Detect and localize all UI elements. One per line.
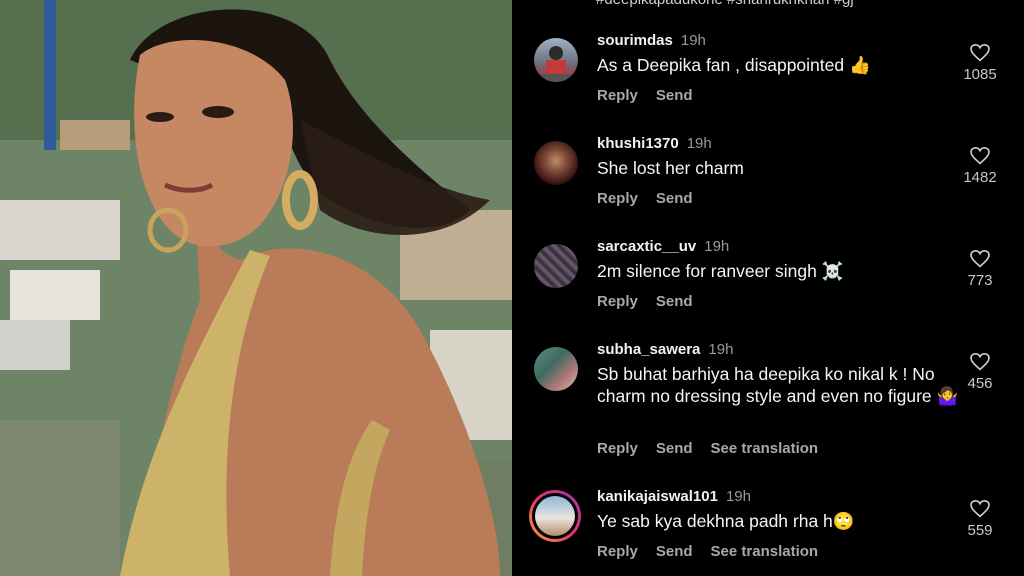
like-count: 1482: [963, 169, 997, 186]
send-button[interactable]: Send: [656, 543, 693, 560]
heart-icon[interactable]: [970, 500, 990, 518]
like-group: 559: [962, 500, 998, 539]
comment-actions: Reply Send: [597, 293, 711, 310]
comment-meta: kanikajaiswal101 19h: [597, 488, 751, 505]
reply-button[interactable]: Reply: [597, 440, 638, 457]
like-count: 1085: [963, 66, 997, 83]
avatar: [535, 496, 575, 536]
reply-button[interactable]: Reply: [597, 87, 638, 104]
see-translation-button[interactable]: See translation: [711, 440, 819, 457]
like-group: 1085: [962, 44, 998, 83]
like-count: 559: [967, 522, 993, 539]
timestamp: 19h: [704, 238, 730, 255]
see-translation-button[interactable]: See translation: [711, 543, 819, 560]
comment-meta: sourimdas 19h: [597, 32, 706, 49]
portrait-illustration: [0, 0, 512, 576]
heart-icon[interactable]: [970, 250, 990, 268]
comment-text: Ye sab kya dekhna padh rha h🙄: [597, 511, 855, 531]
like-group: 456: [962, 353, 998, 392]
username[interactable]: sarcaxtic__uv: [597, 238, 696, 255]
send-button[interactable]: Send: [656, 440, 693, 457]
timestamp: 19h: [680, 32, 706, 49]
like-group: 773: [962, 250, 998, 289]
comment-actions: Reply Send See translation: [597, 440, 836, 457]
send-button[interactable]: Send: [656, 190, 693, 207]
like-count: 456: [967, 375, 993, 392]
timestamp: 19h: [725, 488, 751, 505]
username[interactable]: subha_sawera: [597, 341, 700, 358]
username[interactable]: khushi1370: [597, 135, 679, 152]
send-button[interactable]: Send: [656, 87, 693, 104]
avatar[interactable]: [534, 141, 578, 185]
comment-text: 2m silence for ranveer singh ☠️: [597, 261, 844, 281]
reply-button[interactable]: Reply: [597, 543, 638, 560]
avatar[interactable]: [534, 347, 578, 391]
avatar[interactable]: [534, 38, 578, 82]
comment-actions: Reply Send See translation: [597, 543, 836, 560]
reply-button[interactable]: Reply: [597, 190, 638, 207]
username[interactable]: sourimdas: [597, 32, 673, 49]
heart-icon[interactable]: [970, 147, 990, 165]
caption-partial: #deepikapadukone #shahrukhkhan #gj: [596, 0, 854, 8]
reply-button[interactable]: Reply: [597, 293, 638, 310]
like-group: 1482: [962, 147, 998, 186]
comment-actions: Reply Send: [597, 190, 711, 207]
comment-text: Sb buhat barhiya ha deepika ko nikal k !…: [597, 364, 959, 406]
avatar[interactable]: [534, 244, 578, 288]
avatar-image: [538, 46, 574, 82]
heart-icon[interactable]: [970, 353, 990, 371]
avatar-story-ring[interactable]: [529, 490, 581, 542]
comment-meta: sarcaxtic__uv 19h: [597, 238, 729, 255]
heart-icon[interactable]: [970, 44, 990, 62]
comment-text: She lost her charm: [597, 158, 744, 178]
comment-actions: Reply Send: [597, 87, 711, 104]
like-count: 773: [967, 272, 993, 289]
comment-meta: khushi1370 19h: [597, 135, 712, 152]
username[interactable]: kanikajaiswal101: [597, 488, 718, 505]
post-photo: [0, 0, 512, 576]
send-button[interactable]: Send: [656, 293, 693, 310]
timestamp: 19h: [708, 341, 734, 358]
comment-text: As a Deepika fan , disappointed 👍: [597, 55, 871, 75]
comments-panel: #deepikapadukone #shahrukhkhan #gj souri…: [512, 0, 1024, 576]
comment-meta: subha_sawera 19h: [597, 341, 733, 358]
timestamp: 19h: [686, 135, 712, 152]
